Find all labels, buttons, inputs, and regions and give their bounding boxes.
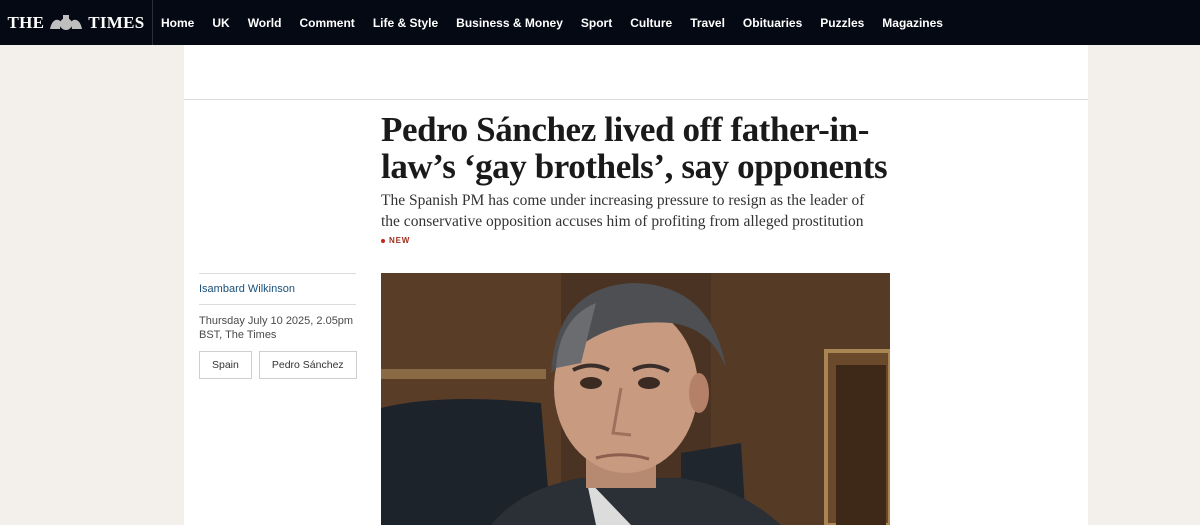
nav-home[interactable]: Home bbox=[152, 16, 203, 30]
publish-dateline: Thursday July 10 2025, 2.05pm BST, The T… bbox=[199, 315, 354, 341]
tag-spain[interactable]: Spain bbox=[199, 351, 252, 379]
logo-word-times: TIMES bbox=[88, 12, 145, 32]
article-meta: Isambard Wilkinson Thursday July 10 2025… bbox=[199, 273, 357, 379]
author-link[interactable]: Isambard Wilkinson bbox=[199, 274, 356, 304]
top-navigation-bar: THE TIMES Home UK World Comment Life & S… bbox=[0, 0, 1200, 45]
logo-word-the: THE bbox=[7, 12, 45, 32]
article-standfirst: The Spanish PM has come under increasing… bbox=[381, 192, 865, 230]
section-nav: Home UK World Comment Life & Style Busin… bbox=[152, 0, 952, 45]
nav-puzzles[interactable]: Puzzles bbox=[811, 16, 873, 30]
new-badge: NEW bbox=[381, 236, 410, 245]
the-times-logo[interactable]: THE TIMES bbox=[0, 0, 153, 45]
article-page: Pedro Sánchez lived off father-in-law’s … bbox=[184, 45, 1088, 525]
nav-culture[interactable]: Culture bbox=[621, 16, 681, 30]
royal-crest-icon bbox=[50, 14, 83, 30]
nav-sport[interactable]: Sport bbox=[572, 16, 621, 30]
nav-business-money[interactable]: Business & Money bbox=[447, 16, 572, 30]
article-headline: Pedro Sánchez lived off father-in-law’s … bbox=[381, 110, 888, 186]
advert-slot bbox=[184, 45, 1088, 100]
article-lead-photo bbox=[381, 273, 890, 525]
nav-life-style[interactable]: Life & Style bbox=[364, 16, 447, 30]
red-dot-icon bbox=[381, 238, 385, 243]
portrait-photo-illustration bbox=[381, 273, 890, 525]
tag-pedro-sanchez[interactable]: Pedro Sánchez bbox=[258, 351, 357, 379]
new-badge-label: NEW bbox=[389, 236, 411, 245]
nav-magazines[interactable]: Magazines bbox=[873, 16, 952, 30]
nav-comment[interactable]: Comment bbox=[290, 16, 363, 30]
nav-world[interactable]: World bbox=[239, 16, 291, 30]
nav-uk[interactable]: UK bbox=[203, 16, 238, 30]
topic-tags: Spain Pedro Sánchez bbox=[199, 351, 357, 379]
nav-travel[interactable]: Travel bbox=[681, 16, 734, 30]
nav-obituaries[interactable]: Obituaries bbox=[734, 16, 811, 30]
